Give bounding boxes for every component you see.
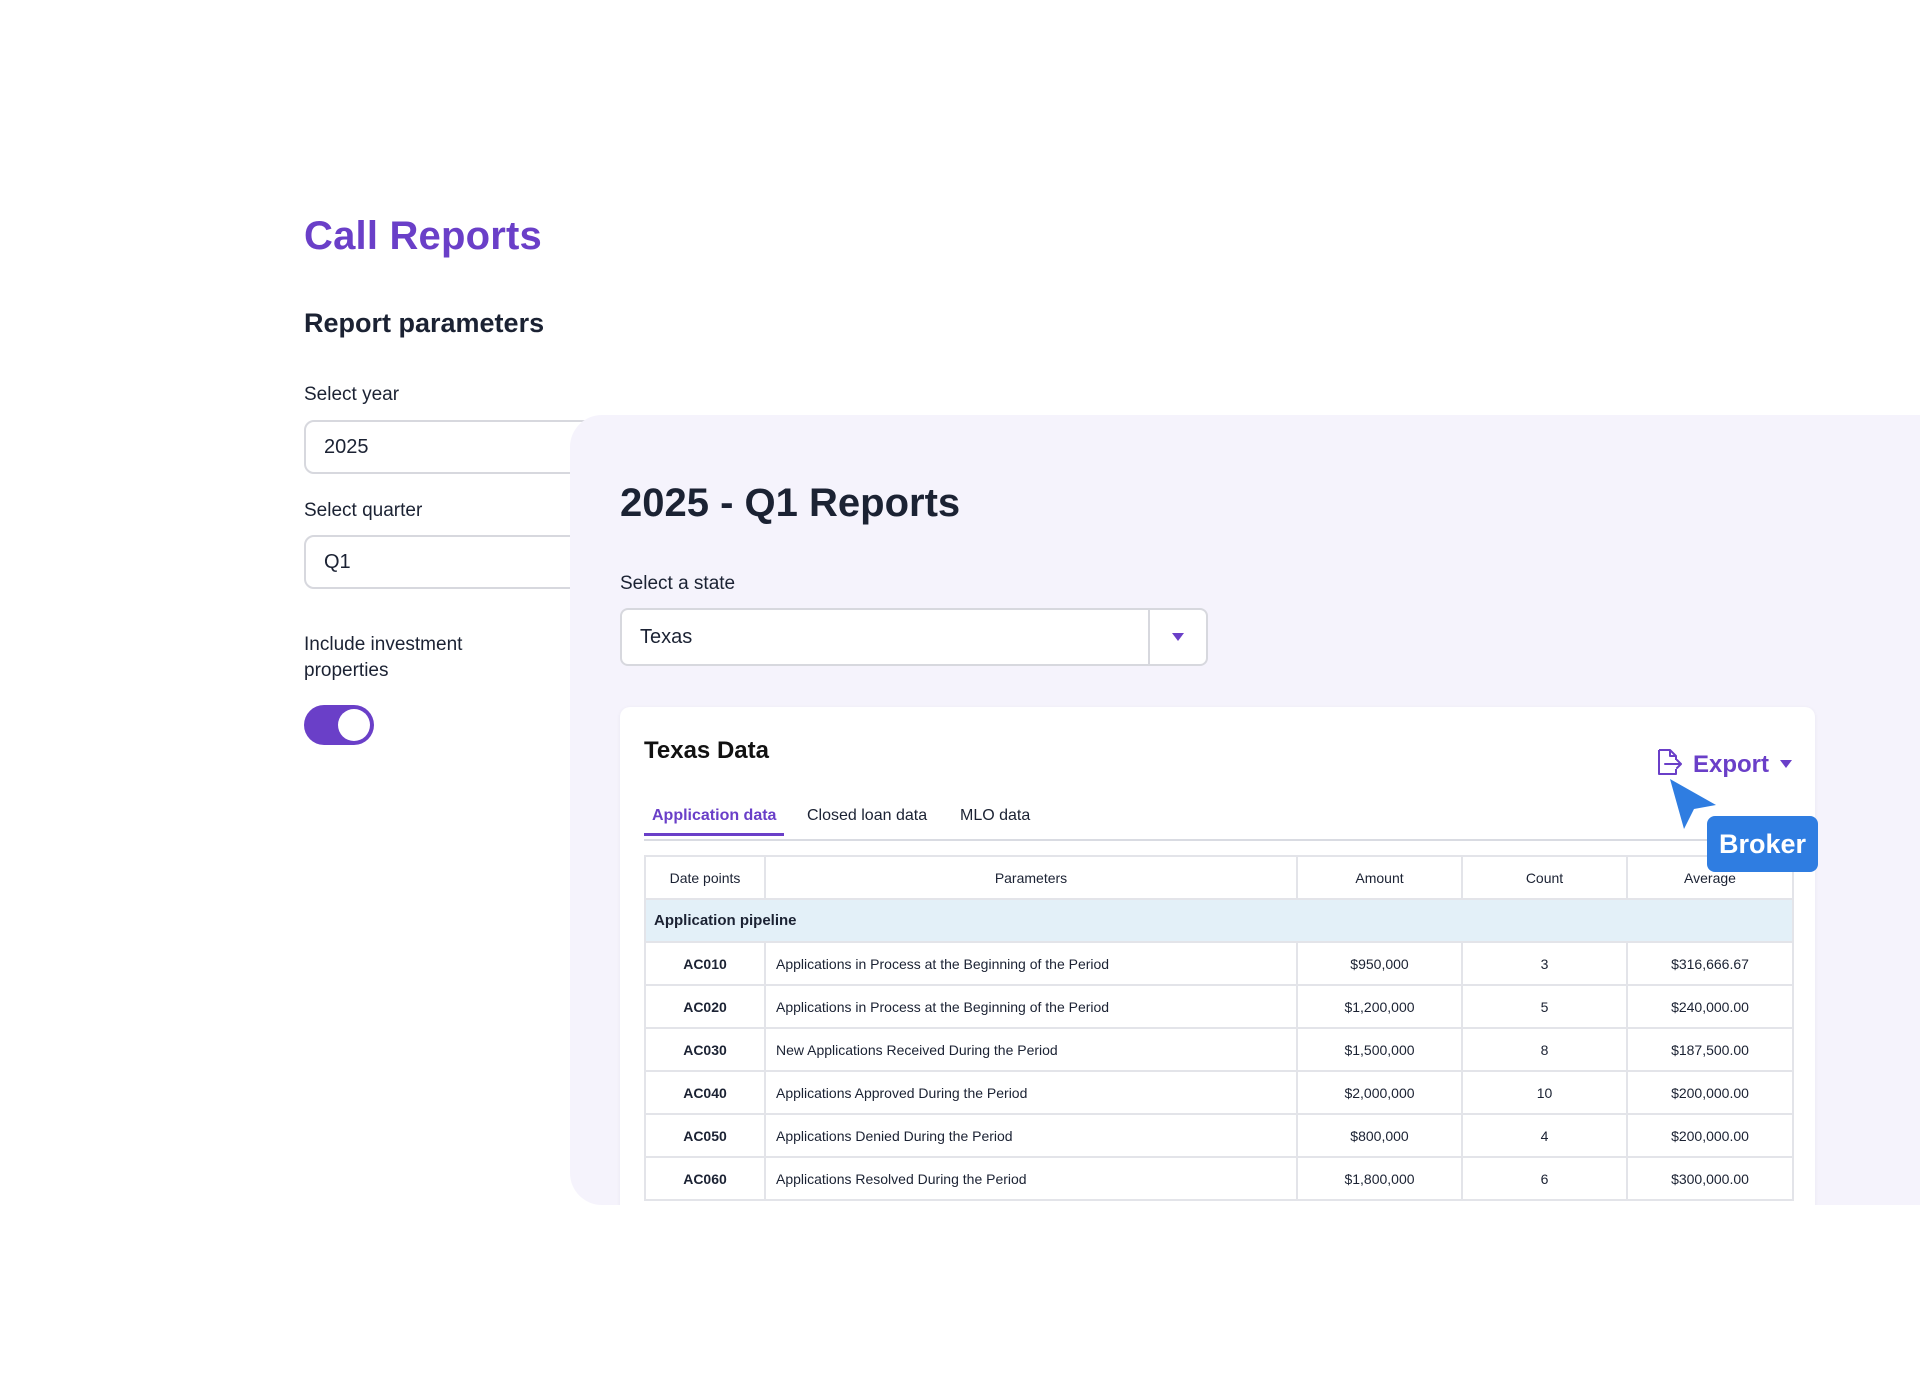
- table-row[interactable]: AC010 Applications in Process at the Beg…: [644, 941, 1794, 986]
- row-count: 3: [1461, 941, 1628, 986]
- chevron-down-icon[interactable]: [1150, 610, 1206, 664]
- section-title: Report parameters: [304, 308, 545, 338]
- page-title: Call Reports: [304, 214, 543, 258]
- row-parameter: Applications Resolved During the Period: [764, 1156, 1298, 1201]
- row-parameter: Applications in Process at the Beginning…: [764, 984, 1298, 1029]
- tab-closed-loan-data[interactable]: Closed loan data: [807, 807, 927, 833]
- row-code: AC030: [644, 1027, 766, 1072]
- application-data-table: Date points Parameters Amount Count Aver…: [644, 855, 1794, 1201]
- row-average: $187,500.00: [1626, 1027, 1794, 1072]
- row-average: $300,000.00: [1626, 1156, 1794, 1201]
- table-group-row: Application pipeline: [644, 898, 1794, 943]
- row-count: 5: [1461, 984, 1628, 1029]
- row-parameter: Applications Denied During the Period: [764, 1113, 1298, 1158]
- row-code: AC010: [644, 941, 766, 986]
- state-value: Texas: [640, 626, 693, 648]
- state-data-card: Texas Data Export Application data Close…: [620, 707, 1815, 1205]
- table-header-row: Date points Parameters Amount Count Aver…: [644, 855, 1794, 900]
- table-row[interactable]: AC040 Applications Approved During the P…: [644, 1070, 1794, 1115]
- row-count: 4: [1461, 1113, 1628, 1158]
- chevron-down-icon: [1779, 756, 1793, 774]
- table-row[interactable]: AC050 Applications Denied During the Per…: [644, 1113, 1794, 1158]
- group-label: Application pipeline: [644, 898, 1794, 943]
- row-count: 8: [1461, 1027, 1628, 1072]
- row-average: $200,000.00: [1626, 1113, 1794, 1158]
- table-row[interactable]: AC060 Applications Resolved During the P…: [644, 1156, 1794, 1201]
- row-average: $316,666.67: [1626, 941, 1794, 986]
- row-average: $200,000.00: [1626, 1070, 1794, 1115]
- column-header[interactable]: Amount: [1296, 855, 1463, 900]
- tab-application-data[interactable]: Application data: [644, 807, 785, 836]
- row-amount: $1,500,000: [1296, 1027, 1463, 1072]
- row-count: 10: [1461, 1070, 1628, 1115]
- quarter-input[interactable]: Q1: [304, 535, 604, 589]
- row-amount: $950,000: [1296, 941, 1463, 986]
- quarter-label: Select quarter: [304, 500, 423, 521]
- investment-toggle[interactable]: [304, 705, 374, 745]
- toggle-knob: [338, 709, 370, 741]
- investment-toggle-label: Include investment properties: [304, 634, 463, 681]
- row-parameter: Applications Approved During the Period: [764, 1070, 1298, 1115]
- row-amount: $1,200,000: [1296, 984, 1463, 1029]
- row-code: AC040: [644, 1070, 766, 1115]
- row-code: AC050: [644, 1113, 766, 1158]
- state-select[interactable]: Texas: [620, 608, 1208, 666]
- column-header[interactable]: Parameters: [764, 855, 1298, 900]
- row-count: 6: [1461, 1156, 1628, 1201]
- column-header[interactable]: Date points: [644, 855, 766, 900]
- card-title: Texas Data: [644, 737, 769, 764]
- row-parameter: New Applications Received During the Per…: [764, 1027, 1298, 1072]
- row-parameter: Applications in Process at the Beginning…: [764, 941, 1298, 986]
- row-amount: $1,800,000: [1296, 1156, 1463, 1201]
- row-code: AC020: [644, 984, 766, 1029]
- table-row[interactable]: AC020 Applications in Process at the Beg…: [644, 984, 1794, 1029]
- row-amount: $800,000: [1296, 1113, 1463, 1158]
- year-input[interactable]: 2025: [304, 420, 604, 474]
- row-average: $240,000.00: [1626, 984, 1794, 1029]
- panel-title: 2025 - Q1 Reports: [620, 481, 961, 525]
- data-tabs: Application data Closed loan data MLO da…: [644, 799, 1791, 841]
- row-code: AC060: [644, 1156, 766, 1201]
- column-header[interactable]: Count: [1461, 855, 1628, 900]
- row-amount: $2,000,000: [1296, 1070, 1463, 1115]
- table-row[interactable]: AC030 New Applications Received During t…: [644, 1027, 1794, 1072]
- cursor-tag: Broker: [1707, 816, 1818, 872]
- year-label: Select year: [304, 384, 400, 405]
- tab-mlo-data[interactable]: MLO data: [960, 807, 1030, 833]
- state-label: Select a state: [620, 573, 736, 594]
